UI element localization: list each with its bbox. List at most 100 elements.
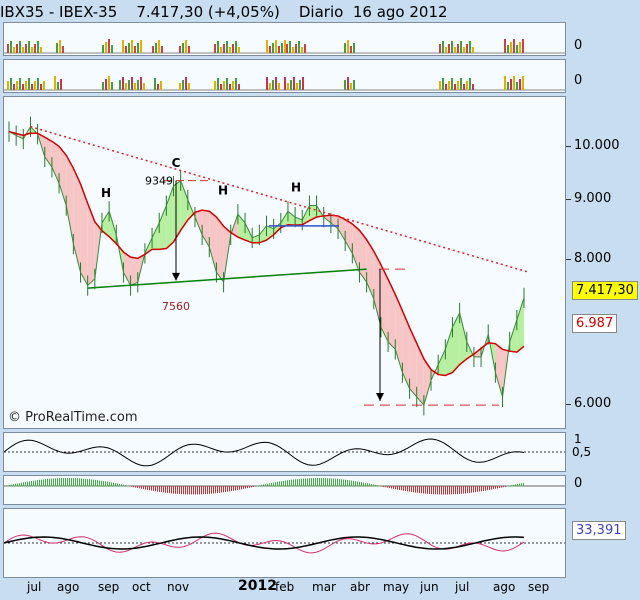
hist-bar (231, 486, 232, 492)
signal-bar (13, 47, 15, 53)
hist-bar (165, 486, 166, 493)
hist-bar (177, 486, 178, 494)
signal-bar (229, 84, 231, 90)
signal-bar (235, 78, 237, 90)
signal-bar (295, 44, 297, 53)
hist-bar (45, 479, 46, 487)
signal-bar (40, 47, 42, 53)
hist-bar (407, 486, 408, 492)
signal-bar (188, 83, 190, 90)
hist-bar (433, 486, 434, 495)
hist-bar (447, 486, 448, 495)
hist-bar (399, 486, 400, 490)
signal-bar (125, 46, 127, 53)
hist-bar (23, 482, 24, 487)
hist-bar (361, 482, 362, 487)
signal-bar (108, 76, 110, 90)
hist-bar (401, 486, 402, 491)
hist-bar (209, 486, 210, 494)
hist-bar (445, 486, 446, 495)
band-segment (51, 141, 60, 184)
signal-bar (302, 77, 304, 90)
x-tick-label: sep (528, 580, 550, 594)
hist-bar (93, 479, 94, 487)
signal-bar (238, 84, 240, 90)
hist-bar (373, 484, 374, 487)
hist-bar (251, 486, 252, 488)
price-chart: C H H H 9349 7560 (8, 116, 530, 416)
hist-bar (335, 478, 336, 487)
x-tick-label: 2012 (238, 578, 277, 594)
hist-bar (237, 486, 238, 491)
signal-bar (513, 39, 515, 53)
hist-bar (179, 486, 180, 495)
signal-bar (507, 45, 509, 53)
signal-bar (131, 77, 133, 90)
hist-bar (355, 481, 356, 487)
hist-bar (521, 483, 522, 487)
hist-bar (475, 486, 476, 493)
momentum-last-value: 33,391 (572, 521, 626, 540)
hist-bar (469, 486, 470, 493)
current-price-badge: 7.417,30 (572, 281, 638, 300)
hist-bar (249, 486, 250, 488)
hist-bar (397, 486, 398, 490)
hist-bar (33, 480, 34, 487)
hist-bar (377, 485, 378, 487)
hist-bar (121, 484, 122, 487)
oscillator-panel (3, 432, 566, 472)
hist-bar (313, 478, 314, 487)
hist-bar (359, 481, 360, 487)
x-tick-label: sep (98, 580, 120, 594)
hist-bar (499, 486, 500, 489)
signal-bar (281, 43, 283, 53)
hist-bar (255, 486, 256, 487)
signal-bar (347, 77, 349, 90)
signal-bar (19, 41, 21, 53)
hist-bar (61, 478, 62, 487)
hist-bar (511, 485, 512, 487)
hist-bar (345, 479, 346, 487)
hist-bar (21, 482, 22, 487)
hist-bar (431, 486, 432, 495)
hist-bar (225, 486, 226, 493)
hist-bar (347, 479, 348, 487)
signal-bar (292, 47, 294, 53)
hist-bar (287, 480, 288, 487)
signal-bar (519, 42, 521, 53)
hist-bar (155, 486, 156, 492)
signal-bar (185, 77, 187, 90)
signal-bar (59, 40, 61, 53)
hist-bar (269, 483, 270, 487)
hist-bar (267, 483, 268, 487)
signal-bar (220, 47, 222, 53)
hist-bar (311, 478, 312, 487)
oscillator-high-value: 1 (574, 432, 582, 446)
x-tick-label: ago (493, 580, 516, 594)
hist-bar (325, 478, 326, 487)
hist-bar (187, 486, 188, 495)
hist-bar (13, 484, 14, 487)
y-tick-label: 6.000 (574, 396, 612, 412)
signal-bar (10, 78, 12, 90)
hist-bar (427, 486, 428, 494)
signal-bar (182, 43, 184, 53)
signal-bar (463, 47, 465, 53)
hist-bar (25, 481, 26, 487)
hist-bar (51, 478, 52, 487)
hist-bar (151, 486, 152, 491)
pattern-label: C (172, 156, 181, 170)
signal-bar (140, 77, 142, 90)
chart-title: IBX35 - IBEX-35 7.417,30 (+4,05%) Diario… (0, 3, 448, 21)
signal-bar (510, 79, 512, 90)
x-tick-label: feb (275, 580, 295, 594)
hist-bar (327, 478, 328, 487)
signal-bar (287, 83, 289, 90)
hist-bar (429, 486, 430, 494)
y-tick-mark (566, 404, 571, 406)
hist-bar (503, 486, 504, 488)
signal-bar (350, 46, 352, 53)
hist-bar (379, 485, 380, 487)
hist-bar (253, 486, 254, 487)
signal-bar (451, 78, 453, 90)
